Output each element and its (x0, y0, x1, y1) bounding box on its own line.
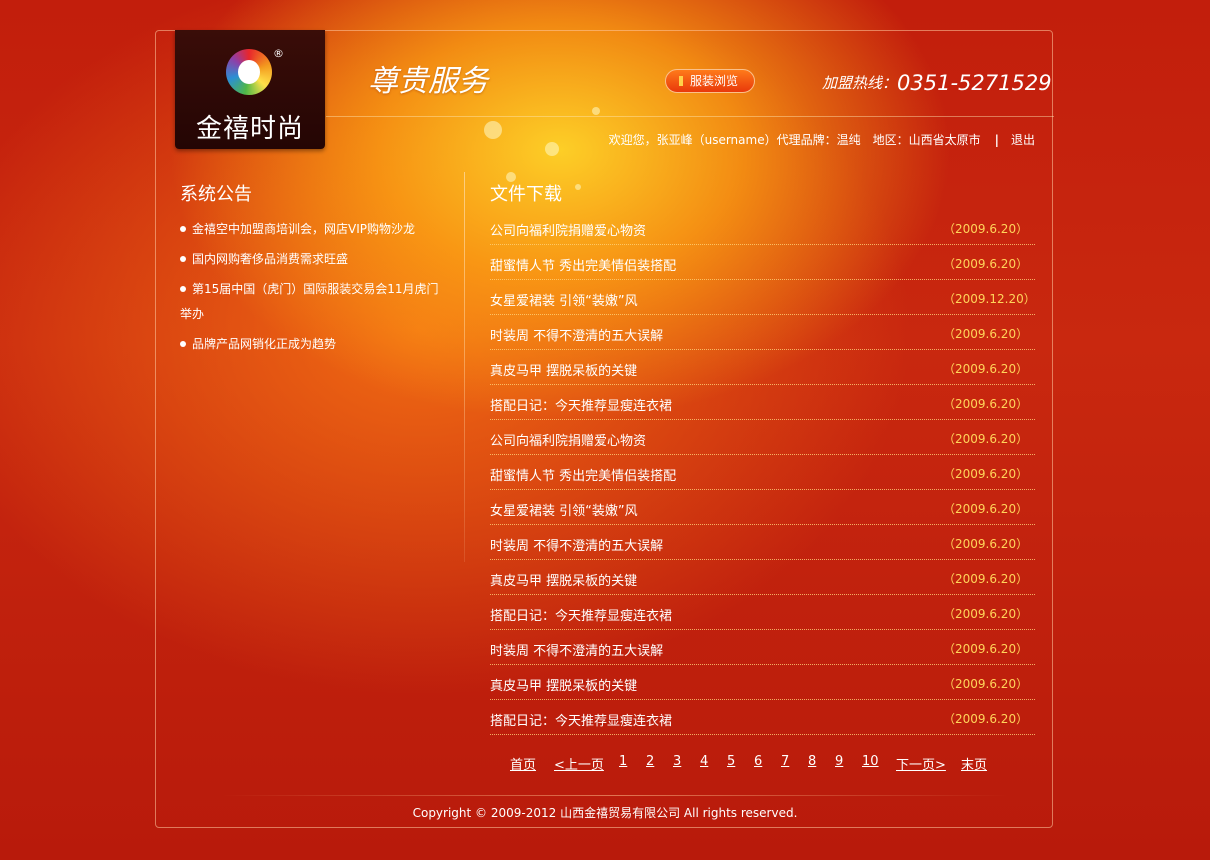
download-item-date: （2009.6.20） (943, 502, 1029, 516)
download-item-title: 女星爱裙装 引领“装嫩”风 (490, 294, 638, 309)
download-item-date: （2009.6.20） (943, 362, 1029, 376)
pager-page[interactable]: 4 (700, 754, 708, 769)
pager-next[interactable]: 下一页> (896, 754, 946, 773)
pager-page[interactable]: 10 (862, 754, 879, 769)
download-item[interactable]: 搭配日记：今天推荐显瘦连衣裙 （2009.6.20） (490, 700, 1035, 735)
download-item-title: 甜蜜情人节 秀出完美情侣装搭配 (490, 469, 677, 484)
download-item-title: 真皮马甲 摆脱呆板的关键 (490, 679, 638, 694)
download-item[interactable]: 搭配日记：今天推荐显瘦连衣裙 （2009.6.20） (490, 385, 1035, 420)
download-item-date: （2009.6.20） (943, 642, 1029, 656)
notice-item[interactable]: 品牌产品网销化正成为趋势 (180, 332, 445, 357)
download-item-title: 搭配日记：今天推荐显瘦连衣裙 (490, 609, 673, 624)
download-item[interactable]: 公司向福利院捐赠爱心物资 （2009.6.20） (490, 420, 1035, 455)
download-item[interactable]: 女星爱裙装 引领“装嫩”风 （2009.12.20） (490, 280, 1036, 315)
download-item[interactable]: 甜蜜情人节 秀出完美情侣装搭配 （2009.6.20） (490, 245, 1035, 280)
welcome-text: 欢迎您，张亚峰（username）代理品牌：温纯 地区：山西省太原市 (608, 133, 981, 147)
pager-page[interactable]: 5 (727, 754, 735, 769)
download-item-date: （2009.6.20） (943, 397, 1029, 411)
download-item-date: （2009.12.20） (943, 292, 1036, 306)
notice-item-text: 第15届中国（虎门）国际服装交易会11月虎门举办 (180, 282, 439, 321)
browse-clothing-button[interactable]: 服装浏览 (665, 69, 755, 93)
welcome-bar: 欢迎您，张亚峰（username）代理品牌：温纯 地区：山西省太原市 | 退出 (609, 131, 1035, 148)
header-divider (326, 116, 1054, 117)
download-item-date: （2009.6.20） (943, 327, 1029, 341)
pager-last[interactable]: 末页 (961, 754, 987, 773)
notice-item-text: 金禧空中加盟商培训会，网店VIP购物沙龙 (192, 222, 415, 236)
download-item-title: 真皮马甲 摆脱呆板的关键 (490, 574, 638, 589)
footer-divider (220, 795, 1010, 796)
logout-link[interactable]: 退出 (1011, 133, 1035, 147)
hotline-label: 加盟热线： (822, 74, 898, 92)
column-divider (464, 172, 465, 562)
download-item-title: 时装周 不得不澄清的五大误解 (490, 329, 664, 344)
pager-page[interactable]: 8 (808, 754, 816, 769)
download-item-title: 时装周 不得不澄清的五大误解 (490, 539, 664, 554)
notice-item[interactable]: 第15届中国（虎门）国际服装交易会11月虎门举办 (180, 277, 445, 327)
download-item-title: 公司向福利院捐赠爱心物资 (490, 434, 647, 449)
download-item-title: 真皮马甲 摆脱呆板的关键 (490, 364, 638, 379)
download-item[interactable]: 时装周 不得不澄清的五大误解 （2009.6.20） (490, 630, 1035, 665)
download-item[interactable]: 时装周 不得不澄清的五大误解 （2009.6.20） (490, 525, 1035, 560)
download-item[interactable]: 真皮马甲 摆脱呆板的关键 （2009.6.20） (490, 350, 1035, 385)
pager-page[interactable]: 6 (754, 754, 762, 769)
download-item-title: 时装周 不得不澄清的五大误解 (490, 644, 664, 659)
pager-prev[interactable]: <上一页 (554, 754, 604, 773)
logo-text: 金禧时尚 (195, 114, 304, 144)
hotline: 加盟热线：0351-5271529 (822, 69, 1052, 95)
notices-title: 系统公告 (180, 184, 252, 205)
browse-clothing-label: 服装浏览 (690, 74, 739, 88)
download-list: 公司向福利院捐赠爱心物资 （2009.6.20） 甜蜜情人节 秀出完美情侣装搭配 （… (490, 210, 1036, 735)
download-item[interactable]: 公司向福利院捐赠爱心物资 （2009.6.20） (490, 210, 1035, 245)
download-item[interactable]: 甜蜜情人节 秀出完美情侣装搭配 （2009.6.20） (490, 455, 1035, 490)
notice-item[interactable]: 国内网购奢侈品消费需求旺盛 (180, 247, 445, 272)
pager-page[interactable]: 3 (673, 754, 681, 769)
download-item-title: 公司向福利院捐赠爱心物资 (490, 224, 647, 239)
downloads-title: 文件下载 (490, 184, 562, 205)
download-item-title: 搭配日记：今天推荐显瘦连衣裙 (490, 399, 673, 414)
download-item-date: （2009.6.20） (943, 467, 1029, 481)
brand-logo[interactable]: ® 金禧时尚 (175, 30, 325, 149)
notice-item-text: 品牌产品网销化正成为趋势 (192, 337, 337, 351)
bullet-icon (180, 341, 186, 347)
pager-page[interactable]: 7 (781, 754, 789, 769)
download-item[interactable]: 时装周 不得不澄清的五大误解 （2009.6.20） (490, 315, 1035, 350)
pager-page[interactable]: 9 (835, 754, 843, 769)
download-item-date: （2009.6.20） (943, 677, 1029, 691)
logo-ring-icon (226, 49, 272, 95)
bullet-icon (180, 286, 186, 292)
download-item-title: 搭配日记：今天推荐显瘦连衣裙 (490, 714, 673, 729)
download-item[interactable]: 女星爱裙装 引领“装嫩”风 （2009.6.20） (490, 490, 1035, 525)
notice-list: 金禧空中加盟商培训会，网店VIP购物沙龙 国内网购奢侈品消费需求旺盛 第15届中… (180, 217, 445, 362)
download-item-date: （2009.6.20） (943, 222, 1029, 236)
bullet-icon (180, 226, 186, 232)
pager-first[interactable]: 首页 (510, 754, 536, 773)
pager-page[interactable]: 1 (619, 754, 627, 769)
download-item-title: 女星爱裙装 引领“装嫩”风 (490, 504, 638, 519)
hotline-number: 0351-5271529 (897, 71, 1052, 95)
page-title: 尊贵服务 (368, 64, 488, 99)
pager-page[interactable]: 2 (646, 754, 654, 769)
download-item[interactable]: 真皮马甲 摆脱呆板的关键 （2009.6.20） (490, 560, 1035, 595)
bullet-icon (180, 256, 186, 262)
download-item-date: （2009.6.20） (943, 537, 1029, 551)
download-item-date: （2009.6.20） (943, 572, 1029, 586)
download-item-date: （2009.6.20） (943, 607, 1029, 621)
download-item-date: （2009.6.20） (943, 257, 1029, 271)
download-item-title: 甜蜜情人节 秀出完美情侣装搭配 (490, 259, 677, 274)
notice-item[interactable]: 金禧空中加盟商培训会，网店VIP购物沙龙 (180, 217, 445, 242)
copyright: Copyright © 2009-2012 山西金禧贸易有限公司 All rig… (412, 806, 798, 820)
download-item[interactable]: 搭配日记：今天推荐显瘦连衣裙 （2009.6.20） (490, 595, 1035, 630)
button-bar-icon (679, 76, 683, 86)
welcome-separator: | (994, 133, 999, 147)
notice-item-text: 国内网购奢侈品消费需求旺盛 (192, 252, 349, 266)
download-item[interactable]: 真皮马甲 摆脱呆板的关键 （2009.6.20） (490, 665, 1035, 700)
registered-mark: ® (273, 47, 284, 60)
download-item-date: （2009.6.20） (943, 712, 1029, 726)
download-item-date: （2009.6.20） (943, 432, 1029, 446)
